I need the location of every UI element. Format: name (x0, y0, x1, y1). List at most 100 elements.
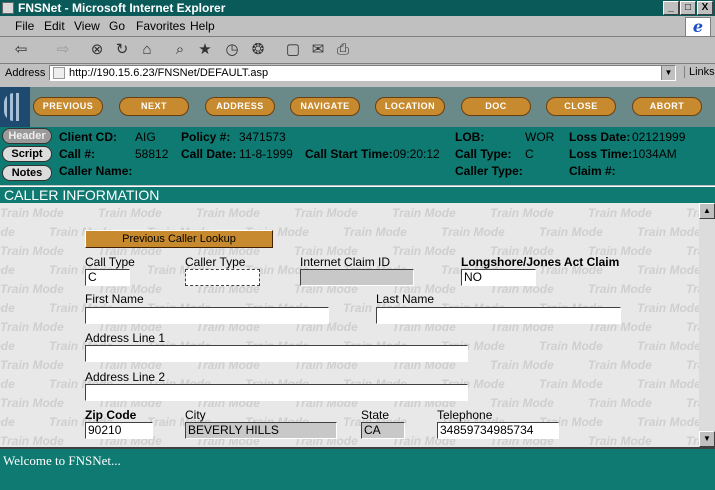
scroll-down-arrow-icon[interactable]: ▼ (699, 431, 715, 447)
policy-value: 3471573 (239, 130, 286, 144)
caller-type-field-label: Caller Type (185, 255, 246, 269)
caller-type-input[interactable] (185, 269, 260, 286)
previous-caller-lookup-button[interactable]: Previous Caller Lookup (85, 230, 273, 248)
call-number-label: Call #: (59, 147, 96, 161)
watermark-text: Train Mode (588, 282, 652, 296)
watermark-text: Train Mode (539, 225, 603, 239)
refresh-icon[interactable]: ↻ (112, 40, 132, 60)
watermark-text: Train Mode (588, 206, 652, 220)
longshore-input[interactable]: NO (461, 269, 536, 286)
watermark-text: Train Mode (0, 263, 15, 277)
watermark-text: Train Mode (0, 434, 64, 447)
menu-go[interactable]: Go (109, 19, 125, 33)
browser-toolbar: ⇦ ⇨ ⊗ ↻ ⌂ ⌕ ★ ◷ ❂ ▢ ✉ ⎙ (0, 37, 715, 64)
first-name-label: First Name (85, 292, 144, 306)
caller-type-label: Caller Type: (455, 164, 523, 178)
search-icon[interactable]: ⌕ (170, 40, 190, 60)
watermark-text: Train Mode (588, 396, 652, 410)
watermark-text: Train Mode (0, 377, 15, 391)
call-number-value: 58812 (135, 147, 169, 161)
tab-script[interactable]: Script (2, 146, 52, 162)
ie-logo-icon: e (685, 17, 711, 37)
watermark-text: Train Mode (588, 434, 652, 447)
watermark-text: Train Mode (392, 206, 456, 220)
caller-information-form: Train Mode Train Mode Train Mode Train Mode… (0, 203, 715, 447)
menu-bar: File Edit View Go Favorites Help (0, 16, 715, 37)
telephone-input[interactable]: 34859734985734 (437, 422, 559, 439)
maximize-button[interactable]: □ (680, 1, 696, 15)
first-name-input[interactable] (85, 307, 329, 324)
stop-icon[interactable]: ⊗ (87, 40, 107, 60)
address-dropdown-icon[interactable]: ▼ (661, 66, 675, 80)
lob-label: LOB: (455, 130, 485, 144)
state-input[interactable]: CA (361, 422, 405, 439)
city-label: City (185, 408, 206, 422)
home-icon[interactable]: ⌂ (137, 40, 157, 60)
address-line-2-label: Address Line 2 (85, 370, 166, 384)
internet-claim-input[interactable] (300, 269, 414, 286)
window-controls: _ □ X (663, 1, 713, 15)
address-button[interactable]: ADDRESS (205, 97, 275, 116)
call-type-value: C (525, 147, 534, 161)
policy-label: Policy #: (181, 130, 231, 144)
abort-button[interactable]: ABORT (632, 97, 702, 116)
app-nav-band: PREVIOUS NEXT ADDRESS NAVIGATE LOCATION … (0, 87, 715, 127)
watermark-text: Train Mode (98, 206, 162, 220)
previous-button[interactable]: PREVIOUS (33, 97, 103, 116)
menu-view[interactable]: View (74, 19, 100, 33)
doc-button[interactable]: DOC (461, 97, 531, 116)
loss-time-label: Loss Time: (569, 147, 633, 161)
tab-header[interactable]: Header (2, 128, 52, 144)
city-input[interactable]: BEVERLY HILLS (185, 422, 337, 439)
menu-favorites[interactable]: Favorites (136, 19, 185, 33)
print-icon[interactable]: ⎙ (333, 40, 353, 60)
menu-edit[interactable]: Edit (44, 19, 65, 33)
history-icon[interactable]: ◷ (222, 40, 242, 60)
last-name-label: Last Name (376, 292, 435, 306)
watermark-text: Train Mode (539, 339, 603, 353)
back-arrow-icon[interactable]: ⇦ (8, 40, 34, 60)
scroll-up-arrow-icon[interactable]: ▲ (699, 203, 715, 219)
loss-time-value: 1034AM (632, 147, 677, 161)
location-button[interactable]: LOCATION (375, 97, 445, 116)
watermark-row: Train Mode Train Mode Train Mode Train Mode… (0, 206, 715, 220)
close-button[interactable]: CLOSE (546, 97, 616, 116)
watermark-text: Train Mode (490, 396, 554, 410)
title-bar: FNSNet - Microsoft Internet Explorer _ □… (0, 0, 715, 16)
minimize-button[interactable]: _ (663, 1, 679, 15)
address-line-2-input[interactable] (85, 384, 468, 401)
client-cd-label: Client CD: (59, 130, 117, 144)
call-start-value: 09:20:12 (393, 147, 440, 161)
vertical-scrollbar[interactable]: ▲ ▼ (699, 203, 715, 447)
close-window-button[interactable]: X (697, 1, 713, 15)
call-type-input[interactable]: C (85, 269, 130, 286)
fullscreen-icon[interactable]: ▢ (283, 40, 303, 60)
lob-value: WOR (525, 130, 555, 144)
favorites-icon[interactable]: ★ (195, 40, 215, 60)
tab-notes[interactable]: Notes (2, 165, 52, 181)
links-button[interactable]: Links (684, 66, 715, 78)
menu-help[interactable]: Help (190, 19, 215, 33)
claim-info-bar: Header Script Notes Client CD: AIG Polic… (0, 127, 715, 185)
internet-claim-label: Internet Claim ID (300, 255, 391, 269)
watermark-text: Train Mode (343, 225, 407, 239)
mail-icon[interactable]: ✉ (308, 40, 328, 60)
watermark-text: Train Mode (196, 206, 260, 220)
watermark-text: Train Mode (0, 358, 64, 372)
address-line-1-input[interactable] (85, 345, 468, 362)
watermark-text: Train Mode (0, 282, 64, 296)
watermark-text: Train Mode (441, 225, 505, 239)
channels-icon[interactable]: ❂ (248, 40, 268, 60)
watermark-text: Train Mode (539, 377, 603, 391)
client-cd-value: AIG (135, 130, 156, 144)
forward-arrow-icon[interactable]: ⇨ (50, 40, 76, 60)
call-date-value: 11-8-1999 (239, 147, 293, 161)
watermark-text: Train Mode (0, 225, 15, 239)
menu-file[interactable]: File (15, 19, 34, 33)
navigate-button[interactable]: NAVIGATE (290, 97, 360, 116)
address-input[interactable]: http://190.15.6.23/FNSNet/DEFAULT.asp ▼ (49, 65, 676, 81)
longshore-label: Longshore/Jones Act Claim (461, 255, 620, 269)
next-button[interactable]: NEXT (119, 97, 189, 116)
last-name-input[interactable] (376, 307, 621, 324)
zip-code-input[interactable]: 90210 (85, 422, 153, 439)
